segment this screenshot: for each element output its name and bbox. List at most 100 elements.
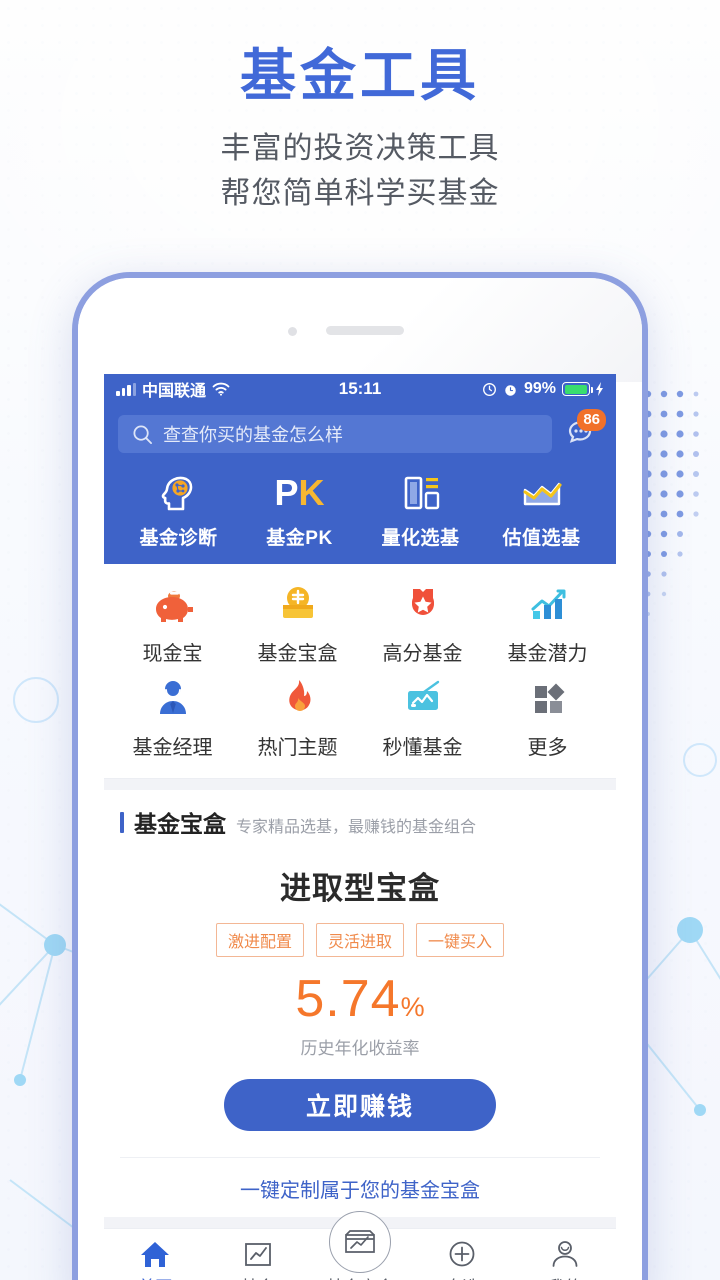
return-rate-number: 5.74: [295, 970, 401, 1028]
wifi-icon: [212, 382, 230, 396]
blue-nav-label: 估值选基: [502, 528, 581, 549]
piggy-bank-icon: [110, 580, 235, 628]
more-squares-icon: [485, 674, 610, 722]
section-header: 基金宝盒 专家精品选基，最赚钱的基金组合: [104, 790, 616, 847]
radio-chart-icon: [360, 674, 485, 722]
grid-item-fund-potential[interactable]: 基金潜力: [485, 580, 610, 666]
tab-label: 基金宝盒: [309, 1273, 411, 1280]
grid-item-label: 高分基金: [382, 643, 463, 665]
feature-grid-row-1: 现金宝 基金宝盒 高分基金 基金潜力: [110, 580, 610, 666]
treasure-box-icon: [235, 580, 360, 628]
grid-item-label: 基金经理: [132, 737, 213, 759]
tab-fund[interactable]: 基金: [206, 1235, 308, 1280]
phone-earpiece-speaker: [326, 326, 404, 335]
lightning-bolt-icon: [596, 382, 604, 396]
grid-item-high-score-fund[interactable]: 高分基金: [360, 580, 485, 666]
card-tag: 激进配置: [215, 923, 304, 957]
tab-label: 我的: [514, 1273, 616, 1280]
brain-head-icon: [118, 470, 239, 516]
grid-item-label: 热门主题: [257, 737, 338, 759]
grid-item-cash-treasure[interactable]: 现金宝: [110, 580, 235, 666]
section-title: 基金宝盒: [134, 811, 226, 837]
section-accent-bar: [120, 811, 124, 833]
bar-panel-icon: [360, 470, 481, 516]
feature-grid-row-2: 基金经理 热门主题 秒懂基金 更多: [110, 674, 610, 760]
search-input[interactable]: 查查你买的基金怎么样: [118, 415, 552, 453]
status-bar: 中国联通 15:11 99%: [104, 374, 616, 404]
status-time: 15:11: [338, 379, 382, 398]
fund-box-card: 进取型宝盒 激进配置 灵活进取 一键买入 5.74% 历史年化收益率 立即赚钱 …: [104, 847, 616, 1217]
box-chart-icon: [329, 1211, 391, 1273]
return-rate-label: 历史年化收益率: [300, 1039, 420, 1058]
blue-nav-label: 基金PK: [266, 528, 333, 549]
signal-bars-icon: [116, 382, 136, 396]
tab-profile[interactable]: 我的: [514, 1235, 616, 1280]
page-title: 基金工具: [240, 44, 480, 107]
page-subtitle: 丰富的投资决策工具 帮您简单科学买基金: [0, 126, 720, 216]
line-chart-icon: [481, 470, 602, 516]
section-separator: [104, 778, 616, 790]
phone-screen: 中国联通 15:11 99% 查查你买的基金怎么样 86 基金诊断 PK 基金P…: [104, 374, 616, 1280]
person-icon: [514, 1235, 616, 1269]
blue-nav-item-valuation-selection[interactable]: 估值选基: [481, 470, 602, 550]
grid-item-fund-manager[interactable]: 基金经理: [110, 674, 235, 760]
battery-icon: [562, 382, 594, 396]
chat-badge: 86: [577, 409, 606, 431]
card-tag: 灵活进取: [315, 923, 404, 957]
phone-camera-dot: [288, 327, 297, 336]
carrier-label: 中国联通: [142, 383, 207, 400]
blue-nav-item-fund-diagnosis[interactable]: 基金诊断: [118, 470, 239, 550]
manager-person-icon: [110, 674, 235, 722]
tab-fund-box[interactable]: 基金宝盒: [309, 1211, 411, 1280]
chart-square-icon: [206, 1235, 308, 1269]
section-subtitle: 专家精品选基，最赚钱的基金组合: [236, 819, 477, 836]
tab-home[interactable]: 首页: [104, 1235, 206, 1280]
page-subtitle-line-2: 帮您简单科学买基金: [220, 177, 500, 211]
tab-watchlist[interactable]: 自选: [411, 1235, 513, 1280]
card-tag: 一键买入: [416, 923, 505, 957]
plus-circle-icon: [411, 1235, 513, 1269]
grid-item-quick-fund-learn[interactable]: 秒懂基金: [360, 674, 485, 760]
grid-item-label: 基金宝盒: [257, 643, 338, 665]
grid-item-label: 现金宝: [142, 643, 203, 665]
app-blue-header: 查查你买的基金怎么样 86 基金诊断 PK 基金PK 量化选基 估值选基: [104, 404, 616, 564]
search-icon: [133, 424, 152, 444]
growth-bars-icon: [485, 580, 610, 628]
pk-letter-p: P: [274, 472, 299, 513]
home-icon: [104, 1235, 206, 1269]
tab-label: 自选: [411, 1273, 513, 1280]
bottom-tab-bar: 首页 基金 基金宝盒: [104, 1211, 616, 1280]
blue-nav-label: 量化选基: [381, 528, 460, 549]
grid-item-more[interactable]: 更多: [485, 674, 610, 760]
return-rate-value: 5.74%: [120, 973, 600, 1025]
tab-label: 基金: [206, 1273, 308, 1280]
return-rate-percent-sign: %: [400, 992, 425, 1022]
earn-now-button[interactable]: 立即赚钱: [224, 1079, 496, 1131]
decoration-dot-grid-right: [644, 390, 699, 616]
page-subtitle-line-1: 丰富的投资决策工具: [220, 132, 500, 166]
grid-item-fund-box[interactable]: 基金宝盒: [235, 580, 360, 666]
chat-button[interactable]: 86: [562, 409, 606, 454]
tab-label: 首页: [104, 1273, 206, 1280]
search-placeholder-text: 查查你买的基金怎么样: [163, 425, 343, 445]
card-tag-list: 激进配置 灵活进取 一键买入: [120, 923, 600, 957]
blue-nav-label: 基金诊断: [139, 528, 218, 549]
rotation-lock-icon: [483, 382, 496, 396]
pk-letter-k: K: [298, 472, 325, 513]
flame-icon: [235, 674, 360, 722]
phone-mockup: 中国联通 15:11 99% 查查你买的基金怎么样 86 基金诊断 PK 基金P…: [72, 272, 648, 1280]
search-row: 查查你买的基金怎么样 86: [118, 409, 606, 454]
blue-nav-item-fund-pk[interactable]: PK 基金PK: [239, 470, 360, 550]
pk-text-icon: PK: [239, 470, 360, 516]
blue-nav-row: 基金诊断 PK 基金PK 量化选基 估值选基: [118, 470, 602, 550]
grid-item-label: 基金潜力: [507, 643, 588, 665]
grid-item-hot-topics[interactable]: 热门主题: [235, 674, 360, 760]
alarm-clock-icon: [505, 384, 516, 396]
customize-box-link[interactable]: 一键定制属于您的基金宝盒: [120, 1157, 600, 1217]
grid-item-label: 秒懂基金: [382, 737, 463, 759]
star-badge-icon: [360, 580, 485, 628]
card-title: 进取型宝盒: [280, 871, 440, 906]
page-header: 基金工具 丰富的投资决策工具 帮您简单科学买基金: [0, 44, 720, 216]
grid-item-label: 更多: [527, 737, 568, 759]
blue-nav-item-quant-selection[interactable]: 量化选基: [360, 470, 481, 550]
